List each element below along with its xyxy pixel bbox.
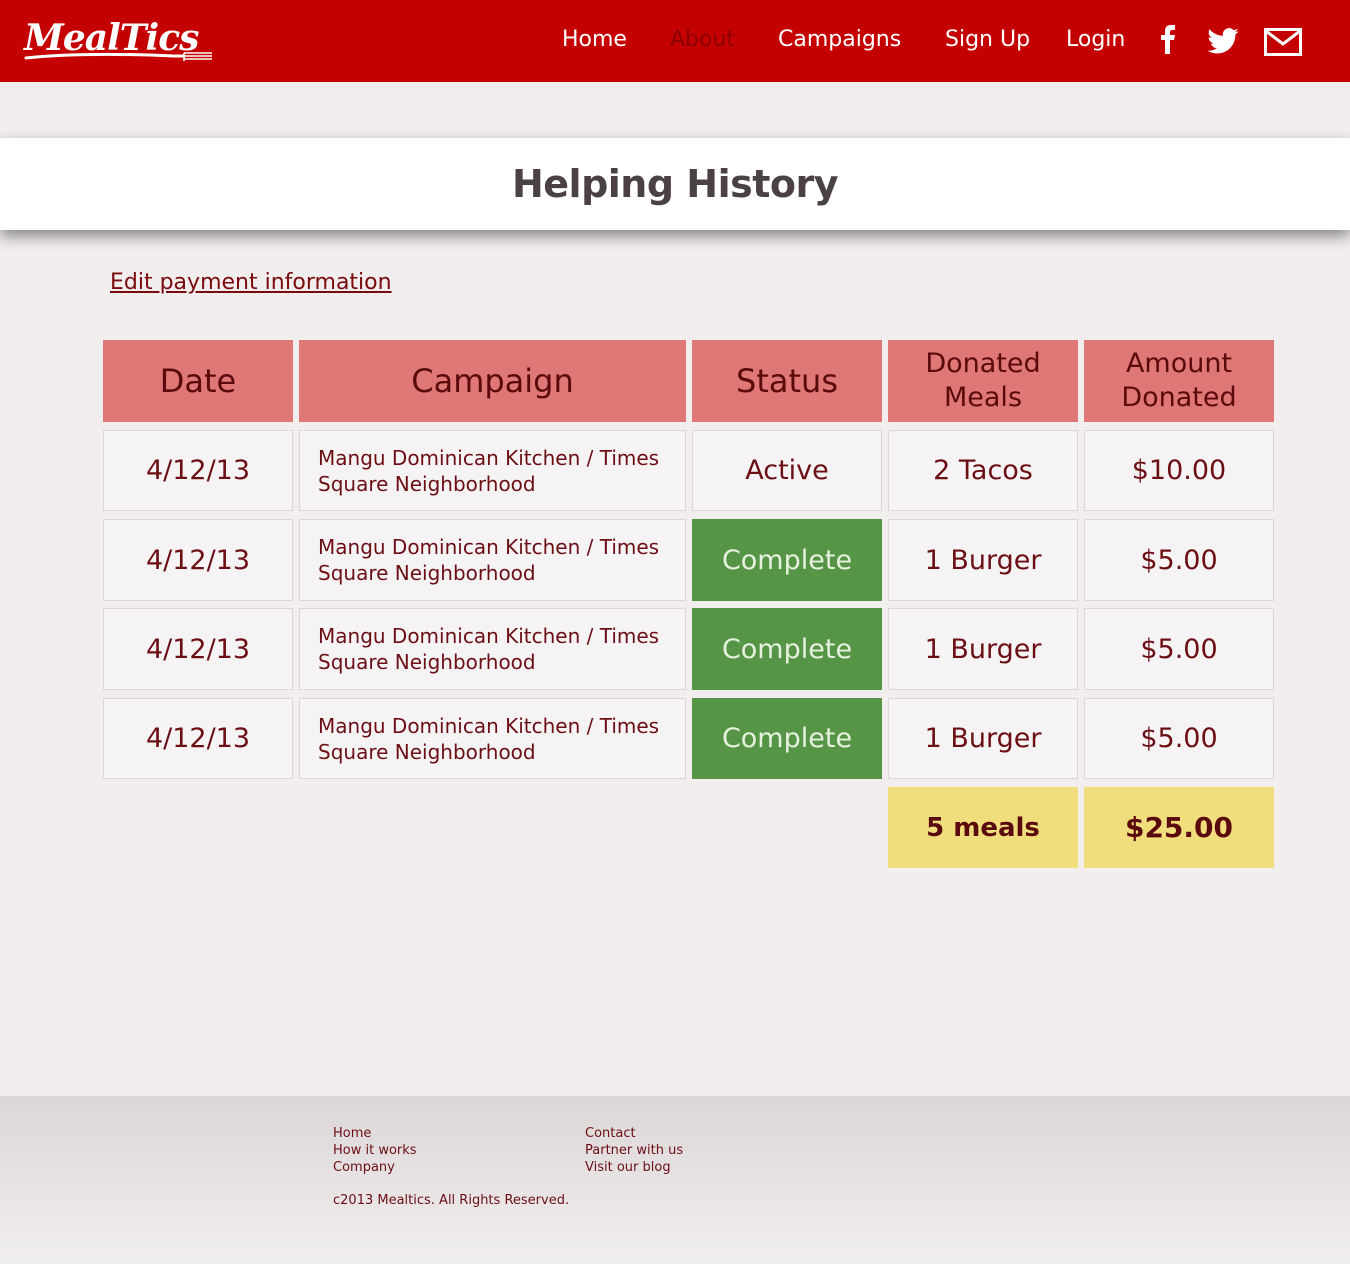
meals-cell: 2 Tacos [888, 430, 1078, 511]
footer-link-blog[interactable]: Visit our blog [585, 1159, 671, 1176]
mealtics-logo[interactable]: MealTics [24, 16, 219, 66]
column-header-donated-meals: Donated Meals [888, 340, 1078, 422]
page-title: Helping History [511, 162, 839, 206]
date-cell: 4/12/13 [103, 519, 293, 601]
facebook-icon[interactable] [1160, 24, 1176, 58]
top-navigation-bar: MealTics Home About Campaigns Sign Up Lo… [0, 0, 1350, 82]
amount-cell: $5.00 [1084, 698, 1274, 779]
date-cell: 4/12/13 [103, 608, 293, 690]
total-amount: $25.00 [1084, 787, 1274, 868]
nav-about[interactable]: About [670, 26, 735, 54]
meals-cell: 1 Burger [888, 698, 1078, 779]
total-meals: 5 meals [888, 787, 1078, 868]
status-cell: Active [692, 430, 882, 511]
footer-link-contact[interactable]: Contact [585, 1125, 636, 1142]
meals-cell: 1 Burger [888, 608, 1078, 690]
nav-home[interactable]: Home [562, 26, 627, 54]
campaign-cell[interactable]: Mangu Dominican Kitchen / Times Square N… [299, 608, 686, 690]
status-cell: Complete [692, 608, 882, 690]
status-cell: Complete [692, 698, 882, 779]
column-header-campaign: Campaign [299, 340, 686, 422]
nav-login[interactable]: Login [1066, 26, 1125, 54]
amount-cell: $10.00 [1084, 430, 1274, 511]
column-header-date: Date [103, 340, 293, 422]
column-header-amount-donated: Amount Donated [1084, 340, 1274, 422]
footer [0, 1096, 1350, 1264]
campaign-cell[interactable]: Mangu Dominican Kitchen / Times Square N… [299, 519, 686, 601]
column-header-status: Status [692, 340, 882, 422]
footer-link-home[interactable]: Home [333, 1125, 371, 1142]
campaign-cell[interactable]: Mangu Dominican Kitchen / Times Square N… [299, 698, 686, 779]
meals-cell: 1 Burger [888, 519, 1078, 601]
twitter-icon[interactable] [1207, 28, 1239, 58]
page-title-band: Helping History [0, 138, 1350, 230]
footer-link-how-it-works[interactable]: How it works [333, 1142, 417, 1159]
nav-sign-up[interactable]: Sign Up [945, 26, 1030, 54]
footer-link-partner[interactable]: Partner with us [585, 1142, 683, 1159]
date-cell: 4/12/13 [103, 698, 293, 779]
copyright-text: c2013 Mealtics. All Rights Reserved. [333, 1193, 570, 1208]
amount-cell: $5.00 [1084, 608, 1274, 690]
nav-campaigns[interactable]: Campaigns [778, 26, 901, 54]
mail-icon[interactable] [1264, 28, 1302, 60]
fork-underline-icon [24, 52, 212, 61]
campaign-cell[interactable]: Mangu Dominican Kitchen / Times Square N… [299, 430, 686, 511]
status-cell: Complete [692, 519, 882, 601]
edit-payment-link[interactable]: Edit payment information [110, 269, 392, 297]
amount-cell: $5.00 [1084, 519, 1274, 601]
footer-link-company[interactable]: Company [333, 1159, 395, 1176]
date-cell: 4/12/13 [103, 430, 293, 511]
